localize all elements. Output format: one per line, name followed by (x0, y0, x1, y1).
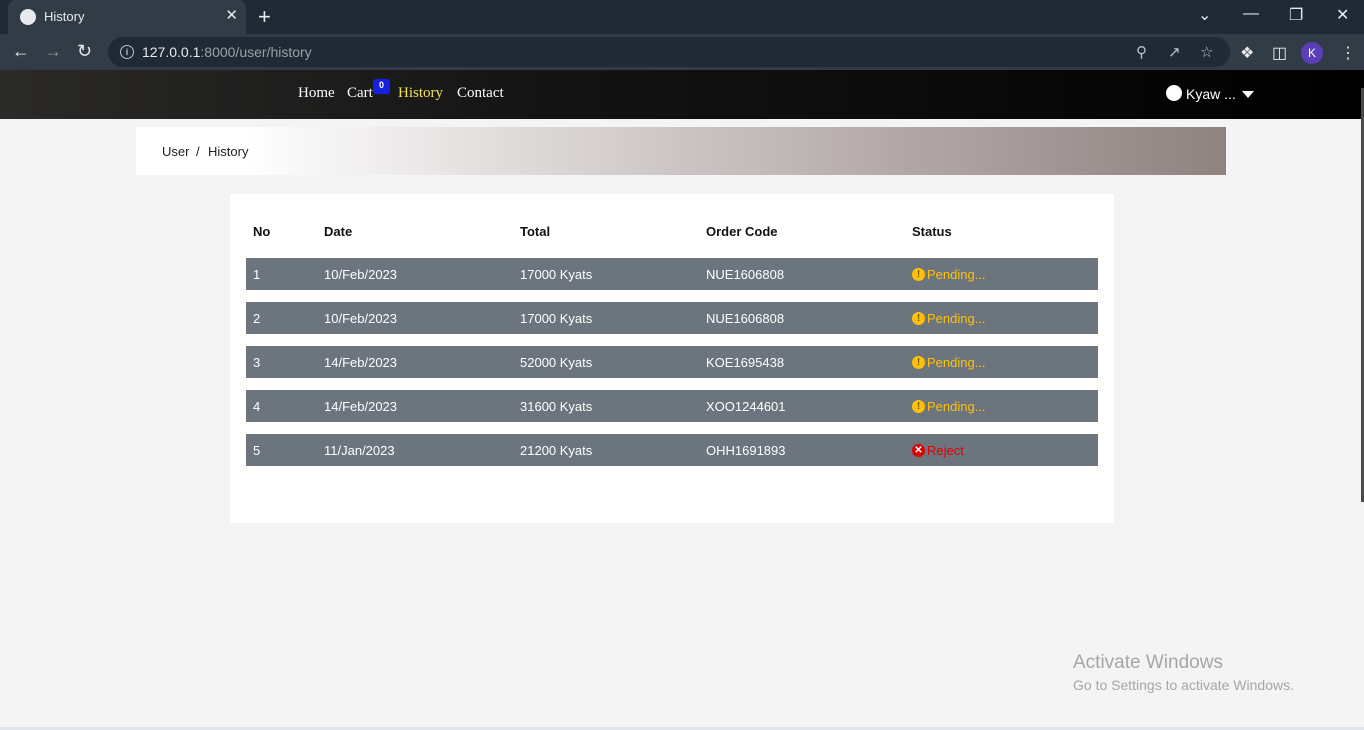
cart-count-badge: 0 (373, 79, 390, 94)
clock-icon: ! (912, 312, 925, 325)
cell-date: 10/Feb/2023 (324, 267, 398, 282)
nav-home[interactable]: Home (298, 85, 335, 102)
bookmark-star-icon[interactable]: ☆ (1200, 43, 1213, 61)
cell-date: 14/Feb/2023 (324, 399, 398, 414)
cell-date: 14/Feb/2023 (324, 355, 398, 370)
restore-button[interactable]: ❐ (1289, 5, 1303, 25)
clock-icon: ! (912, 268, 925, 281)
url-text: 127.0.0.1:8000/user/history (142, 44, 312, 60)
browser-tab-bar: History ✕ + ⌄ — ❐ ✕ (0, 0, 1364, 34)
clock-icon: ! (912, 356, 925, 369)
info-icon[interactable]: i (120, 45, 134, 59)
header-date: Date (324, 224, 353, 239)
breadcrumb: User / History (136, 127, 1226, 175)
profile-avatar[interactable]: K (1301, 42, 1323, 64)
cell-no: 2 (253, 311, 261, 326)
cell-order-code: OHH1691893 (706, 443, 786, 458)
header-total: Total (520, 224, 551, 239)
browser-tab[interactable]: History ✕ (8, 0, 246, 34)
header-no: No (253, 224, 271, 239)
activate-windows-title: Activate Windows (1073, 652, 1223, 673)
site-navbar: Home Cart 0 History Contact Kyaw ... (0, 70, 1364, 119)
new-tab-button[interactable]: + (258, 4, 271, 30)
side-panel-icon[interactable]: ◫ (1272, 43, 1287, 63)
clock-icon: ! (912, 400, 925, 413)
minimize-button[interactable]: — (1243, 5, 1259, 23)
order-history-card: No Date Total Order Code Status 1 10/Feb… (230, 194, 1114, 523)
cell-order-code: XOO1244601 (706, 399, 786, 414)
tab-title: History (44, 9, 85, 24)
cell-order-code: KOE1695438 (706, 355, 785, 370)
status-badge: ! Pending... (912, 399, 986, 414)
forward-icon[interactable]: → (44, 41, 62, 62)
nav-contact[interactable]: Contact (457, 85, 504, 102)
extensions-icon[interactable]: ❖ (1240, 43, 1254, 63)
back-icon[interactable]: ← (12, 41, 30, 62)
table-row: 4 14/Feb/2023 31600 Kyats XOO1244601 ! Pe… (246, 390, 1098, 422)
breadcrumb-user[interactable]: User (162, 144, 189, 159)
address-bar[interactable]: i 127.0.0.1:8000/user/history ⚲ ↗ ☆ (108, 37, 1230, 67)
cell-no: 3 (253, 355, 261, 370)
cell-no: 4 (253, 399, 261, 414)
tab-search-icon[interactable]: ⌄ (1198, 5, 1211, 25)
nav-history[interactable]: History (398, 85, 443, 102)
cell-total: 52000 Kyats (520, 355, 593, 370)
menu-kebab-icon[interactable]: ⋮ (1340, 43, 1356, 63)
header-status: Status (912, 224, 952, 239)
cell-total: 21200 Kyats (520, 443, 593, 458)
close-tab-icon[interactable]: ✕ (225, 7, 238, 25)
zoom-icon[interactable]: ⚲ (1136, 43, 1147, 61)
caret-down-icon[interactable] (1242, 91, 1254, 98)
table-row: 1 10/Feb/2023 17000 Kyats NUE1606808 ! Pe… (246, 258, 1098, 290)
cell-order-code: NUE1606808 (706, 267, 785, 282)
x-circle-icon: ✕ (912, 444, 925, 457)
breadcrumb-history: History (208, 144, 249, 159)
cell-order-code: NUE1606808 (706, 311, 785, 326)
nav-cart[interactable]: Cart (347, 85, 373, 102)
table-row: 3 14/Feb/2023 52000 Kyats KOE1695438 ! Pe… (246, 346, 1098, 378)
close-window-button[interactable]: ✕ (1336, 5, 1349, 25)
cell-date: 11/Jan/2023 (324, 443, 395, 458)
status-badge: ✕ Reject (912, 443, 964, 458)
status-badge: ! Pending... (912, 355, 986, 370)
cell-no: 1 (253, 267, 261, 282)
header-order-code: Order Code (706, 224, 778, 239)
user-circle-icon (1166, 85, 1182, 101)
browser-toolbar: ← → ↻ i 127.0.0.1:8000/user/history ⚲ ↗ … (0, 34, 1364, 70)
user-menu-name[interactable]: Kyaw ... (1186, 86, 1236, 102)
share-icon[interactable]: ↗ (1168, 43, 1181, 61)
table-row: 5 11/Jan/2023 21200 Kyats OHH1691893 ✕ Re… (246, 434, 1098, 466)
cell-date: 10/Feb/2023 (324, 311, 398, 326)
cell-total: 31600 Kyats (520, 399, 593, 414)
activate-windows-subtitle: Go to Settings to activate Windows. (1073, 677, 1294, 693)
cell-no: 5 (253, 443, 261, 458)
cell-total: 17000 Kyats (520, 311, 593, 326)
reload-icon[interactable]: ↻ (77, 41, 92, 62)
status-badge: ! Pending... (912, 267, 986, 282)
cell-total: 17000 Kyats (520, 267, 593, 282)
table-row: 2 10/Feb/2023 17000 Kyats NUE1606808 ! Pe… (246, 302, 1098, 334)
globe-icon (20, 9, 36, 25)
breadcrumb-separator: / (196, 144, 200, 159)
status-badge: ! Pending... (912, 311, 986, 326)
